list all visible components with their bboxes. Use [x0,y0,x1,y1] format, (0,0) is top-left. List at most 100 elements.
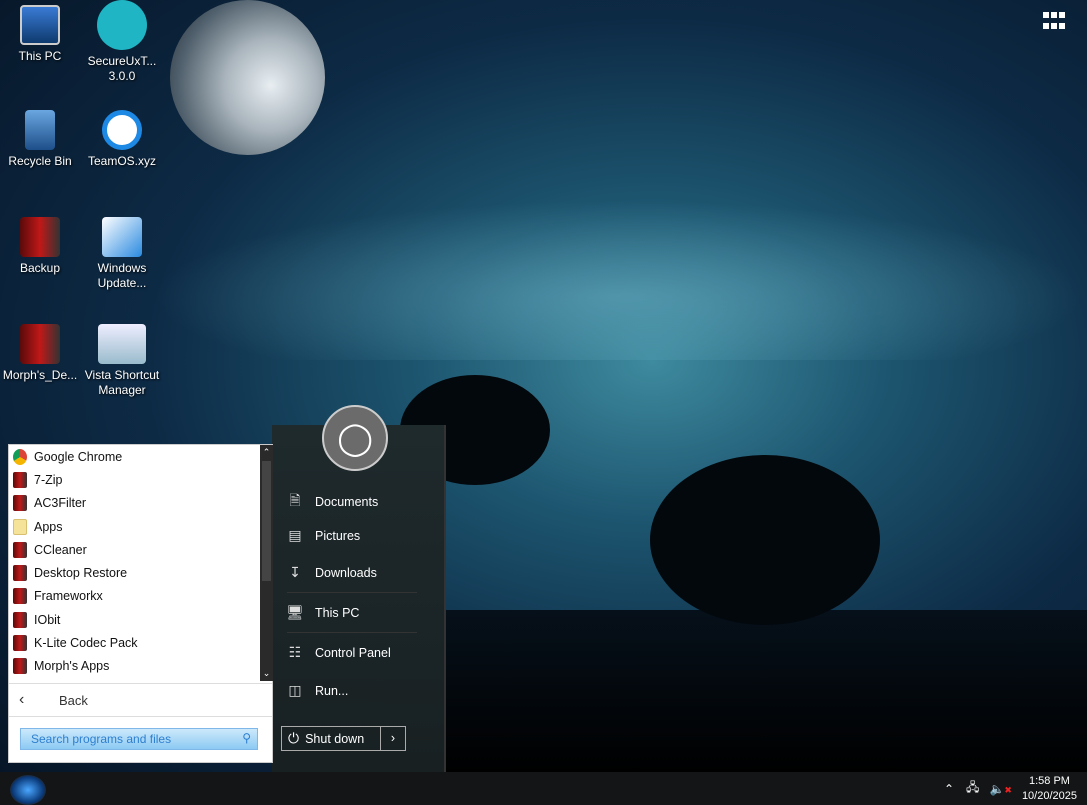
program-item[interactable]: Google Chrome [9,445,259,468]
folder-icon [13,471,27,488]
program-label: Google Chrome [34,449,123,464]
folder-icon [13,658,27,675]
icon-label: SecureUxT... 3.0.0 [87,54,157,83]
apps-icon [13,518,27,535]
program-label: AC3Filter [34,496,87,511]
icon-label: TeamOS.xyz [87,154,156,168]
start-button[interactable] [10,775,46,805]
program-item[interactable]: AC3Filter [9,492,259,515]
wallpaper-moon [170,0,325,155]
program-label: 7-Zip [34,472,63,487]
run-icon: ◫ [288,682,302,698]
start-menu-left-panel: Google Chrome 7-Zip AC3Filter Apps CClea… [8,444,273,763]
scrollbar-thumb[interactable] [262,461,271,581]
monitor-icon: 🖥 [286,604,304,620]
folder-icon [13,565,27,582]
folder-icon [20,324,60,364]
link-label: Downloads [315,565,377,580]
folder-icon [13,611,27,628]
desktop-icon-this-pc[interactable]: This PC [0,5,80,64]
link-run[interactable]: ◫ Run... [286,682,348,699]
volume-muted-icon[interactable]: 🔈✖ [989,782,1012,796]
link-downloads[interactable]: ↧ Downloads [286,564,377,581]
program-label: Desktop Restore [34,566,128,581]
network-icon[interactable]: 🖧 [966,778,979,799]
folder-icon [13,635,27,652]
control-panel-icon: ☷ [288,644,302,660]
folder-icon [20,217,60,257]
desktop-icon-recycle-bin[interactable]: Recycle Bin [0,110,80,169]
internet-explorer-icon [102,110,142,150]
chevron-down-icon[interactable]: ⌄ [260,668,273,679]
windows-update-icon [102,217,142,257]
secureux-icon [97,0,147,50]
wallpaper-clouds [150,200,1087,360]
clock-time: 1:58 PM [1028,774,1070,787]
link-pictures[interactable]: ▤ Pictures [286,527,360,544]
icon-label: This PC [18,49,62,63]
search-placeholder: Search programs and files [31,732,172,746]
program-item[interactable]: Apps [9,515,259,538]
link-this-pc[interactable]: 🖥 This PC [286,604,359,621]
program-label: K-Lite Codec Pack [34,636,138,651]
back-label: Back [59,692,88,708]
icon-label: Vista Shortcut Manager [84,368,160,397]
chevron-up-icon[interactable]: ⌃ [260,447,273,458]
program-label: Frameworkx [34,589,103,604]
program-item[interactable]: IObit [9,608,259,631]
desktop-icon-secureux[interactable]: SecureUxT... 3.0.0 [82,0,162,84]
link-label: Control Panel [315,645,391,660]
link-control-panel[interactable]: ☷ Control Panel [286,644,391,661]
desktop-icon-windows-update[interactable]: Windows Update... [82,217,162,291]
program-item[interactable]: Morph's Apps [9,655,259,678]
folder-icon [13,495,27,512]
wallpaper-tree [650,455,880,625]
icon-label: Windows Update... [97,261,147,290]
clock[interactable]: 1:58 PM 10/20/2025 [1022,774,1077,804]
desktop-icon-backup[interactable]: Backup [0,217,80,276]
program-item[interactable]: Desktop Restore [9,561,259,584]
shutdown-button[interactable]: ⏻ Shut down [282,727,381,750]
link-label: This PC [315,605,360,620]
program-label: Morph's Apps [34,659,110,674]
icon-label: Backup [19,261,61,275]
wallpaper-ground [440,610,1087,775]
program-list-scrollbar[interactable]: ⌃ ⌄ [260,445,273,681]
desktop-icon-morphs-desktop[interactable]: Morph's_De... [0,324,80,383]
recycle-bin-icon [25,110,55,150]
shutdown-label: Shut down [305,731,365,746]
user-avatar[interactable]: ◯ [322,405,388,471]
chrome-icon [13,448,27,465]
search-input[interactable]: Search programs and files ⚲ [20,728,258,750]
link-documents[interactable]: 🗎 Documents [286,490,378,514]
shutdown-options-button[interactable]: › [381,727,405,750]
chevron-left-icon: ‹ [19,691,25,708]
program-label: Apps [34,519,63,534]
program-item[interactable]: 7-Zip [9,468,259,491]
picture-icon: ▤ [288,527,302,543]
icon-label: Morph's_De... [2,368,78,382]
start-menu-right-panel [272,425,446,772]
apps-grid-icon[interactable] [1043,12,1065,32]
program-label: CCleaner [34,542,87,557]
system-tray: ⌃ 🖧 🔈✖ 1:58 PM 10/20/2025 [944,772,1087,805]
desktop-icon-teamos[interactable]: TeamOS.xyz [82,110,162,169]
back-button[interactable]: ‹ Back [9,683,272,717]
link-label: Run... [315,683,349,698]
divider [287,592,417,593]
program-list: Google Chrome 7-Zip AC3Filter Apps CClea… [9,445,259,681]
document-icon: 🗎 [289,492,301,508]
shutdown-control: ⏻ Shut down › [281,726,406,751]
shortcut-manager-icon [98,324,146,364]
program-item[interactable]: K-Lite Codec Pack [9,631,259,654]
desktop-icon-vista-shortcut-manager[interactable]: Vista Shortcut Manager [82,324,162,398]
program-label: IObit [34,612,61,627]
program-item[interactable]: CCleaner [9,538,259,561]
link-label: Documents [315,495,379,509]
program-item[interactable]: Frameworkx [9,585,259,608]
folder-icon [13,541,27,558]
icon-label: Recycle Bin [8,154,72,168]
power-icon: ⏻ [288,730,300,746]
chevron-up-icon[interactable]: ⌃ [944,782,954,796]
search-icon[interactable]: ⚲ [242,731,251,745]
